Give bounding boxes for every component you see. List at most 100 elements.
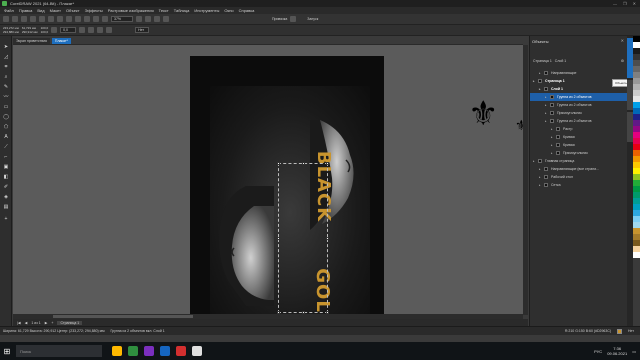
fleur-de-lis-small-icon[interactable]: ⚜ [515, 117, 523, 134]
selection-handle[interactable] [277, 162, 280, 165]
page-layer-dropdown[interactable]: Страница 1 [533, 59, 552, 63]
objects-tree-row[interactable]: ▸ Кривая [530, 133, 628, 141]
height-field[interactable]: 290,912 мм [22, 30, 38, 34]
clock[interactable]: 7:36 09.06.2021 [607, 346, 627, 356]
shape-tool-icon[interactable]: ◿ [3, 54, 9, 60]
expand-arrow-icon[interactable]: ▸ [551, 127, 555, 131]
objects-tree-row[interactable]: ▸ Прямоугольник [530, 149, 628, 157]
menu-view[interactable]: Вид [37, 8, 44, 13]
menu-bitmaps[interactable]: Растровые изображения [108, 8, 154, 13]
selection-handle[interactable] [326, 162, 329, 165]
wrap-text-button[interactable] [106, 27, 113, 33]
y-position-field[interactable]: 294,880 мм [3, 30, 19, 34]
expand-arrow-icon[interactable]: ▸ [539, 183, 543, 187]
transparency-tool-icon[interactable]: ◧ [3, 174, 9, 180]
menu-layout[interactable]: Макет [50, 8, 61, 13]
menu-object[interactable]: Объект [66, 8, 80, 13]
full-screen-button[interactable] [136, 16, 142, 22]
taskbar-app-icon[interactable] [160, 346, 170, 356]
taskbar-app-icon[interactable] [176, 346, 186, 356]
expand-arrow-icon[interactable]: ▸ [551, 135, 555, 139]
objects-tree-row[interactable]: ▸ Направляющие [530, 69, 628, 77]
menu-edit[interactable]: Правка [19, 8, 33, 13]
keyboard-language[interactable]: РУС [594, 349, 602, 354]
objects-tree-row[interactable]: ▸ Направляющие (все страни... [530, 165, 628, 173]
paste-button[interactable] [57, 16, 63, 22]
print-button[interactable] [30, 16, 36, 22]
text-tool-icon[interactable]: A [3, 134, 9, 140]
objects-tree-row[interactable]: ▸ Рабочий стол [530, 173, 628, 181]
taskbar-search-box[interactable]: Поиск [16, 345, 102, 357]
first-page-button[interactable]: |◀ [17, 321, 21, 325]
zoom-level-field[interactable]: 37% [111, 16, 133, 22]
publish-pdf-button[interactable] [102, 16, 108, 22]
objects-tree-row[interactable]: ▸ Главная страница [530, 157, 628, 165]
mirror-horizontal-button[interactable] [79, 27, 86, 33]
show-rulers-button[interactable] [145, 16, 151, 22]
expand-arrow-icon[interactable]: ▸ [533, 79, 537, 83]
mirror-vertical-button[interactable] [88, 27, 95, 33]
redo-button[interactable] [75, 16, 81, 22]
expand-arrow-icon[interactable]: ▸ [539, 167, 543, 171]
expand-arrow-icon[interactable]: ▸ [533, 159, 537, 163]
interactive-fill-tool-icon[interactable]: ◈ [3, 194, 9, 200]
expand-arrow-icon[interactable]: ▸ [551, 151, 555, 155]
crop-tool-icon[interactable]: ⌗ [3, 64, 9, 70]
taskbar-app-icon[interactable] [112, 346, 122, 356]
new-document-button[interactable] [3, 16, 9, 22]
taskbar-app-icon[interactable] [128, 346, 138, 356]
menu-help[interactable]: Справка [239, 8, 255, 13]
cut-button[interactable] [39, 16, 45, 22]
undo-button[interactable] [66, 16, 72, 22]
menu-effects[interactable]: Эффекты [85, 8, 103, 13]
snap-to-dropdown[interactable]: Привязка [272, 17, 287, 21]
portrait-bottom-image[interactable] [216, 186, 274, 306]
windows-start-icon[interactable]: ⊞ [0, 342, 14, 360]
horizontal-scroll-thumb[interactable] [53, 315, 193, 318]
page-tab[interactable]: Страница 1 [57, 320, 83, 325]
polygon-tool-icon[interactable]: ⬠ [3, 124, 9, 130]
expand-arrow-icon[interactable]: ▸ [539, 175, 543, 179]
selection-bounding-box[interactable] [277, 162, 329, 314]
lock-ratio-icon[interactable] [51, 27, 58, 33]
freehand-tool-icon[interactable]: ✎ [3, 84, 9, 90]
objects-tree-row[interactable]: ▸ Прямоугольник [530, 109, 628, 117]
objects-tree-row[interactable]: ▸ Растр [530, 125, 628, 133]
objects-tree-row[interactable]: ▸ Группа из 2 объектов [530, 93, 628, 101]
minimize-button[interactable]: — [613, 1, 617, 6]
selection-handle[interactable] [302, 162, 305, 165]
taskbar-app-icon[interactable] [144, 346, 154, 356]
smart-fill-tool-icon[interactable]: ▤ [3, 204, 9, 210]
menu-window[interactable]: Окно [224, 8, 233, 13]
menu-table[interactable]: Таблица [174, 8, 190, 13]
add-page-button[interactable]: + [51, 321, 53, 325]
taskbar-app-icon[interactable] [192, 346, 202, 356]
next-page-button[interactable]: ▶ [45, 321, 48, 325]
save-button[interactable] [21, 16, 27, 22]
menu-text[interactable]: Текст [159, 8, 169, 13]
selection-handle[interactable] [277, 237, 280, 240]
objects-tree-row[interactable]: ▸ Группа из 2 объектов [530, 117, 628, 125]
options-gear-icon[interactable] [290, 16, 297, 22]
outline-width-field[interactable]: Нет [135, 27, 150, 33]
objects-tree-row[interactable]: ▸ Группа из 2 объектов [530, 101, 628, 109]
menu-tools[interactable]: Инструменты [194, 8, 219, 13]
show-guides-button[interactable] [163, 16, 169, 22]
expand-arrow-icon[interactable]: ▸ [545, 111, 549, 115]
copy-button[interactable] [48, 16, 54, 22]
prev-page-button[interactable]: ◀ [25, 321, 28, 325]
launch-dropdown[interactable]: Запуск [307, 17, 318, 21]
drawing-canvas[interactable]: BLACK GOLD ⚜ ⚜ [13, 45, 523, 315]
artistic-media-tool-icon[interactable]: 〰 [3, 94, 9, 100]
expand-arrow-icon[interactable]: ▸ [539, 71, 543, 75]
expand-arrow-icon[interactable]: ▸ [551, 143, 555, 147]
selection-handle[interactable] [326, 237, 329, 240]
show-grid-button[interactable] [154, 16, 160, 22]
rotation-angle-field[interactable]: 0,0 [60, 27, 77, 33]
add-tool-icon[interactable]: + [3, 216, 9, 222]
notification-icon[interactable]: ▭ [632, 349, 636, 354]
expand-arrow-icon[interactable]: ▸ [545, 119, 549, 123]
pick-tool-icon[interactable]: ➤ [3, 44, 9, 50]
fill-color-swatch[interactable] [617, 328, 623, 334]
import-button[interactable] [84, 16, 90, 22]
